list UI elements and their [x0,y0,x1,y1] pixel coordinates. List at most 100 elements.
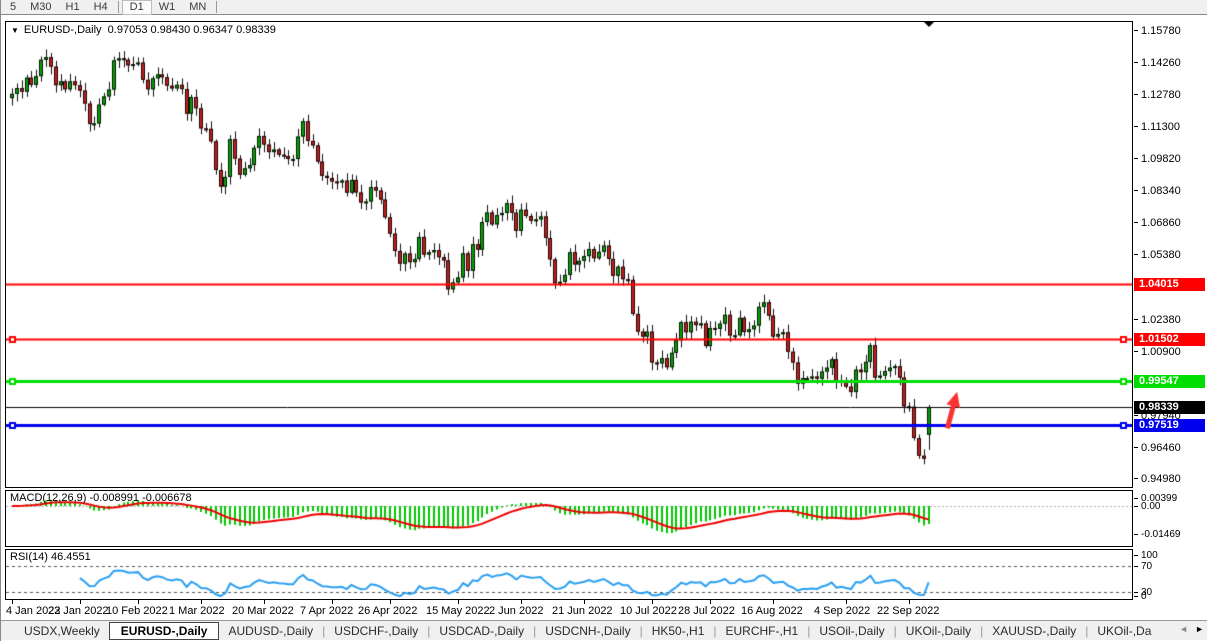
toolbar-separator [118,1,119,13]
date-tick-label: 1 Mar 2022 [169,605,225,617]
axis-tick-label: 1.09820 [1141,153,1181,165]
axis-tick-label: 100 [1141,550,1158,561]
timeframe-button-h4[interactable]: H4 [87,0,115,15]
date-tick-label: 15 May 2022 [426,605,490,617]
axis-tick-mark [1134,566,1138,567]
date-tick-label: 26 Apr 2022 [358,605,417,617]
chart-tab-usdcad-daily[interactable]: USDCAD-,Daily [430,624,533,638]
rsi-chart-canvas[interactable] [6,550,1132,599]
date-tick-label: 21 Jun 2022 [552,605,613,617]
macd-label: MACD(12,26,9) -0.008991 -0.006678 [10,492,192,504]
date-tick-label: 23 Jan 2022 [48,605,109,617]
date-tick-label: 28 Jul 2022 [678,605,735,617]
axis-tick-mark [1134,30,1138,31]
timeframe-toolbar: 5M30H1H4 D1W1MN [1,0,1207,15]
axis-tick-label: 1.02380 [1141,314,1181,326]
axis-tick-label: 1.15780 [1141,25,1181,37]
chart-tab-audusd-daily[interactable]: AUDUSD-,Daily [219,624,322,638]
date-tick-mark [201,600,202,604]
timeframe-button-w1[interactable]: W1 [152,0,183,15]
axis-tick-mark [1134,158,1138,159]
date-tick-label: 4 Sep 2022 [814,605,870,617]
date-tick-label: 10 Feb 2022 [106,605,168,617]
axis-tick-label: -0.01469 [1141,529,1180,540]
axis-tick-mark [1134,190,1138,191]
axis-tick-mark [1134,534,1138,535]
price-line-label: 0.97519 [1134,419,1205,432]
chart-tab-usdx-weekly[interactable]: USDX,Weekly [15,624,109,638]
date-tick-label: 10 Jul 2022 [620,605,677,617]
axis-tick-label: 1.14260 [1141,57,1181,69]
axis-tick-mark [1134,596,1138,597]
date-tick-label: 16 Aug 2022 [741,605,803,617]
tabs-scroll-right-icon[interactable]: ► [1195,624,1204,634]
axis-tick-mark [1134,351,1138,352]
chart-window: ▼EURUSD-,Daily 0.97053 0.98430 0.96347 0… [1,15,1207,620]
date-tick-mark [584,600,585,604]
rsi-label: RSI(14) 46.4551 [10,551,91,563]
axis-tick-label: 1.05380 [1141,249,1181,261]
timeframe-button-m30[interactable]: M30 [23,0,58,15]
axis-tick-label: 70 [1141,561,1152,572]
axis-tick-label: 0.96460 [1141,442,1181,454]
date-tick-mark [652,600,653,604]
axis-tick-label: 0.94980 [1141,473,1181,485]
axis-tick-mark [1134,415,1138,416]
toolbar-separator [216,1,217,13]
timeframe-button-5[interactable]: 5 [3,0,23,15]
axis-tick-mark [1134,319,1138,320]
price-line-label: 1.04015 [1134,278,1205,291]
axis-tick-label: 1.08340 [1141,185,1181,197]
timeframe-button-mn[interactable]: MN [182,0,213,15]
symbol-dropdown-icon[interactable]: ▼ [11,26,19,35]
date-tick-mark [458,600,459,604]
date-tick-mark [773,600,774,604]
timeframe-button-d1[interactable]: D1 [122,0,152,15]
chart-tab-usdchf-daily[interactable]: USDCHF-,Daily [325,624,427,638]
axis-tick-mark [1134,254,1138,255]
price-line-label: 1.01502 [1134,333,1205,346]
axis-tick-mark [1134,62,1138,63]
axis-tick-label: 1.00900 [1141,346,1181,358]
chart-title: ▼EURUSD-,Daily 0.97053 0.98430 0.96347 0… [11,24,276,36]
candlestick-chart-canvas[interactable] [6,22,1132,487]
date-tick-mark [521,600,522,604]
chart-tab-eurusd-daily[interactable]: EURUSD-,Daily [109,622,220,640]
macd-panel[interactable]: MACD(12,26,9) -0.008991 -0.006678 [5,490,1133,547]
date-tick-mark [390,600,391,604]
axis-tick-mark [1134,478,1138,479]
date-tick-mark [264,600,265,604]
date-tick-mark [332,600,333,604]
axis-tick-mark [1134,555,1138,556]
date-tick-mark [138,600,139,604]
price-line-label: 0.98339 [1134,401,1205,414]
axis-tick-label: 1.11300 [1141,121,1180,133]
chart-tab-bar: USDX,WeeklyEURUSD-,DailyAUDUSD-,Daily|US… [1,620,1207,640]
price-axis[interactable]: 1.15780 1.14260 1.12780 1.11300 1.09820 1.083… [1133,15,1207,620]
chart-tab-usoil-daily[interactable]: USOil-,Daily [810,624,893,638]
date-tick-label: 2 Jun 2022 [489,605,543,617]
axis-tick-mark [1134,126,1138,127]
axis-tick-label: 0.00 [1141,501,1160,512]
axis-tick-label: 1.06860 [1141,217,1181,229]
main-price-panel[interactable]: ▼EURUSD-,Daily 0.97053 0.98430 0.96347 0… [5,21,1133,488]
price-line-label: 0.99547 [1134,375,1205,388]
date-tick-mark [12,600,13,604]
chart-tab-xauusd-daily[interactable]: XAUUSD-,Daily [983,624,1085,638]
chart-tab-usdcnh-daily[interactable]: USDCNH-,Daily [536,624,639,638]
mt4-chart-app: 5M30H1H4D1W1MN ▼EURUSD-,Daily 0.97053 0.… [0,0,1207,641]
tabs-scroll-left-icon[interactable]: ◄ [1179,624,1188,634]
date-tick-label: 7 Apr 2022 [300,605,353,617]
rsi-panel[interactable]: RSI(14) 46.4551 [5,549,1133,600]
chart-tab-eurchf-h1[interactable]: EURCHF-,H1 [717,624,808,638]
axis-tick-mark [1134,592,1138,593]
date-tick-label: 22 Sep 2022 [877,605,939,617]
date-axis[interactable]: 4 Jan 202223 Jan 202210 Feb 20221 Mar 20… [5,600,1133,621]
timeframe-button-h1[interactable]: H1 [59,0,87,15]
axis-tick-mark [1134,447,1138,448]
axis-tick-label: 1.12780 [1141,89,1181,101]
chart-symbol-label: EURUSD-,Daily [24,24,102,36]
chart-tab-ukoil-da[interactable]: UKOil-,Da [1088,624,1160,638]
chart-tab-hk50-h1[interactable]: HK50-,H1 [643,624,714,638]
chart-tab-ukoil-daily[interactable]: UKOil-,Daily [897,624,980,638]
